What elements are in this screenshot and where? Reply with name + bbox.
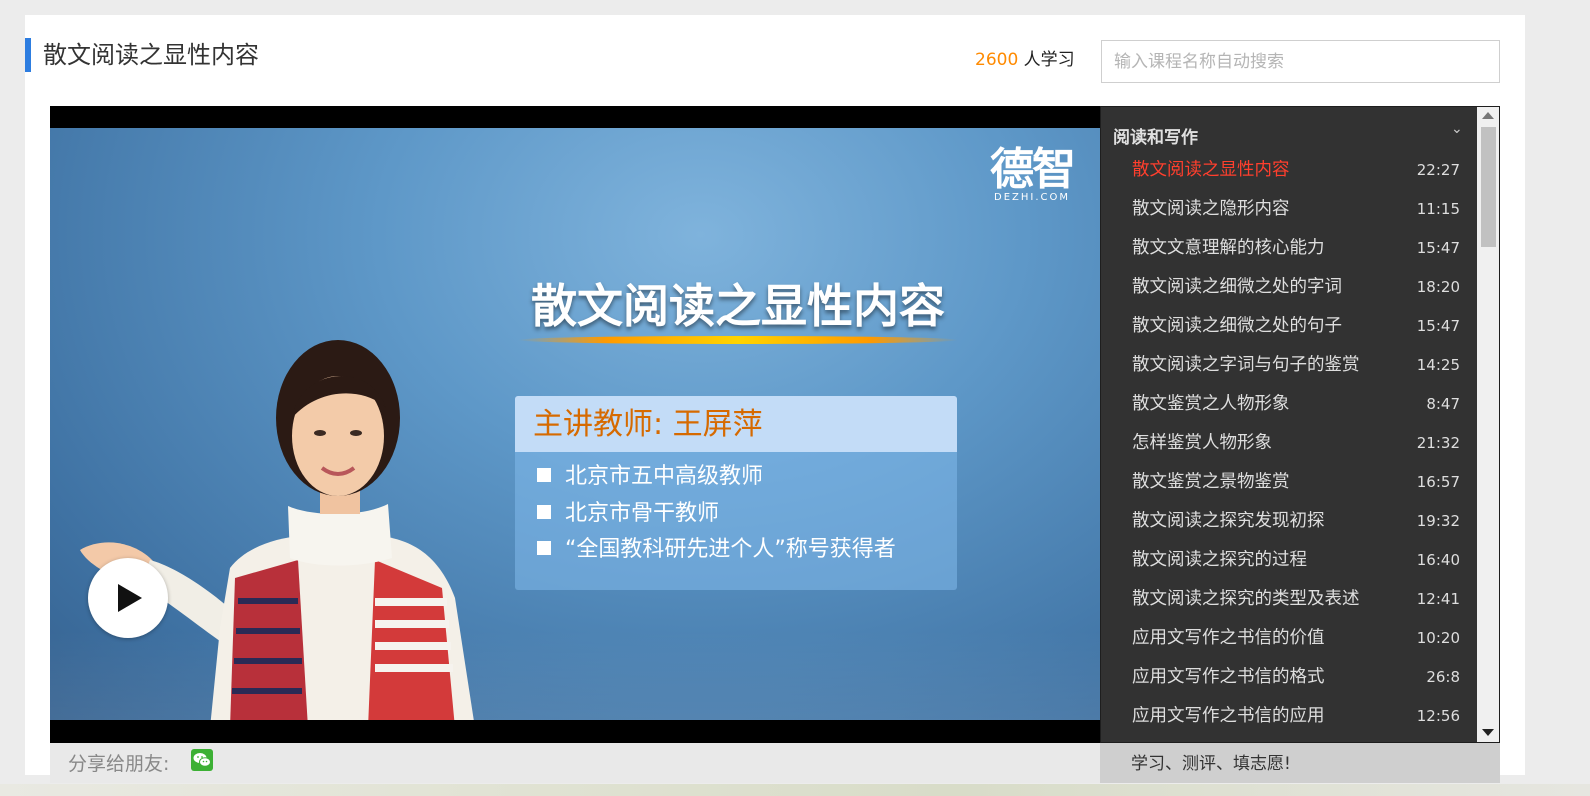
course-search-input[interactable]: [1101, 40, 1500, 83]
slide-title-underline: [518, 336, 958, 344]
playlist-item[interactable]: 应用文写作之书信的价值 10:20: [1101, 621, 1471, 660]
playlist-item[interactable]: 散文阅读之字词与句子的鉴赏 14:25: [1101, 348, 1471, 387]
playlist-item[interactable]: 散文鉴赏之人物形象 8:47: [1101, 387, 1471, 426]
logo-main-text: 德智: [990, 144, 1076, 195]
learner-count: 2600 人学习: [975, 47, 1075, 73]
playlist-item[interactable]: 散文阅读之显性内容 22:27: [1101, 153, 1471, 192]
teacher-figure: [80, 340, 474, 720]
video-player[interactable]: 德智 DEZHI.COM 散文阅读之显性内容 主讲教师: 王屏萍 北京市五中高级…: [50, 106, 1100, 743]
play-icon: [118, 584, 142, 612]
teacher-info-box: 主讲教师: 王屏萍 北京市五中高级教师 北京市骨干教师 “全国教科研先进个人”称…: [515, 396, 957, 590]
playlist-list: 散文阅读之显性内容 22:27 散文阅读之隐形内容 11:15 散文文意理解的核心能…: [1101, 153, 1471, 738]
slide-title: 散文阅读之显性内容: [531, 279, 945, 333]
playlist-item[interactable]: 散文鉴赏之景物鉴赏 16:57: [1101, 465, 1471, 504]
play-button[interactable]: [88, 558, 168, 638]
playlist-item[interactable]: 散文阅读之探究的类型及表述 12:41: [1101, 582, 1471, 621]
playlist-item[interactable]: 应用文写作之书信的应用 12:56: [1101, 699, 1471, 738]
logo-sub-text: DEZHI.COM: [994, 192, 1070, 203]
teacher-line: “全国教科研先进个人”称号获得者: [537, 535, 896, 565]
promo-bar[interactable]: 学习、测评、填志愿!: [1100, 743, 1500, 783]
wechat-share-icon[interactable]: [191, 749, 213, 771]
page-title: 散文阅读之显性内容: [43, 41, 259, 69]
playlist-item[interactable]: 散文阅读之隐形内容 11:15: [1101, 192, 1471, 231]
playlist-item[interactable]: 怎样鉴赏人物形象 21:32: [1101, 426, 1471, 465]
learner-count-number: 2600: [975, 50, 1019, 70]
playlist-item[interactable]: 散文阅读之探究的过程 16:40: [1101, 543, 1471, 582]
playlist-item[interactable]: 散文阅读之细微之处的句子 15:47: [1101, 309, 1471, 348]
share-bar: 分享给朋友:: [50, 743, 1100, 783]
teacher-line: 北京市骨干教师: [537, 499, 719, 529]
teacher-line: 北京市五中高级教师: [537, 462, 763, 492]
dezhi-logo: 德智 DEZHI.COM: [990, 144, 1076, 204]
learner-count-suffix: 人学习: [1023, 50, 1075, 70]
video-slide: 德智 DEZHI.COM 散文阅读之显性内容 主讲教师: 王屏萍 北京市五中高级…: [50, 128, 1100, 720]
playlist-scrollbar[interactable]: [1477, 107, 1499, 742]
scroll-down-arrow-icon[interactable]: [1482, 729, 1494, 736]
promo-text[interactable]: 学习、测评、填志愿!: [1131, 750, 1291, 778]
scroll-thumb[interactable]: [1481, 127, 1496, 247]
bottom-strip: [0, 784, 1590, 796]
playlist-item[interactable]: 应用文写作之书信的格式 26:8: [1101, 660, 1471, 699]
playlist-panel: 阅读和写作 ⌄ 散文阅读之显性内容 22:27 散文阅读之隐形内容 11:15 散文…: [1100, 106, 1500, 743]
playlist-item[interactable]: 散文文意理解的核心能力 15:47: [1101, 231, 1471, 270]
playlist-item[interactable]: 散文阅读之细微之处的字词 18:20: [1101, 270, 1471, 309]
teacher-heading: 主讲教师: 王屏萍: [515, 396, 957, 452]
chevron-down-icon[interactable]: ⌄: [1451, 121, 1463, 137]
title-accent-bar: [25, 38, 31, 72]
scroll-up-arrow-icon[interactable]: [1482, 112, 1494, 119]
playlist-item[interactable]: 散文阅读之探究发现初探 19:32: [1101, 504, 1471, 543]
share-label: 分享给朋友:: [68, 753, 170, 775]
playlist-section-title[interactable]: 阅读和写作: [1113, 123, 1198, 148]
